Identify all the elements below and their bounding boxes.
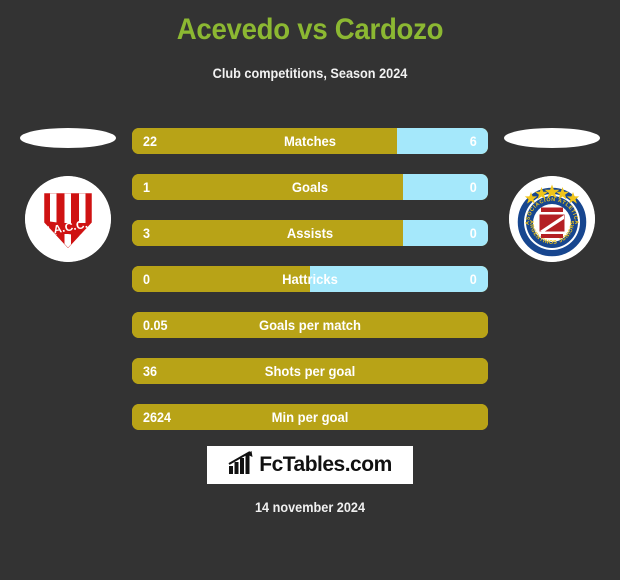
stat-label: Goals per match [258,317,362,333]
away-team-name-plate [504,128,600,148]
page-subtitle: Club competitions, Season 2024 [212,66,408,81]
stat-label: Matches [283,133,337,149]
away-stat-value: 0 [469,271,477,287]
stat-label: Min per goal [271,409,349,425]
stat-row: 0.05 Goals per match [132,312,488,338]
stat-row: 3 Assists 0 [132,220,488,246]
stat-row: 1 Goals 0 [132,174,488,200]
fctables-logo-text: FcTables.com [259,453,392,476]
away-stat-value: 0 [469,225,477,241]
stat-row: 22 Matches 6 [132,128,488,154]
stat-label: Hattricks [282,271,338,287]
stat-row: 2624 Min per goal [132,404,488,430]
page-title: Acevedo vs Cardozo [176,13,444,46]
footer-date: 14 november 2024 [254,500,366,515]
home-team-crest: I.A.C.C. [25,176,111,262]
header: Acevedo vs Cardozo Club competitions, Se… [0,0,620,84]
stat-row: 36 Shots per goal [132,358,488,384]
away-team-column: ASOCIACION ATLETICA ARGENTINOS JUNIORS [486,118,618,298]
bar-chart-arrow-icon [228,450,254,480]
home-team-name-plate [20,128,116,148]
away-stat-value: 6 [469,133,477,149]
stat-label: Assists [286,225,334,241]
away-stat-value: 0 [469,179,477,195]
away-team-crest: ASOCIACION ATLETICA ARGENTINOS JUNIORS [509,176,595,262]
stat-row: 0 Hattricks 0 [132,266,488,292]
stat-label: Shots per goal [264,363,356,379]
stat-label: Goals [291,179,329,195]
home-team-column: I.A.C.C. [2,118,134,298]
stat-rows: 22 Matches 6 1 Goals 0 3 Assists 0 0 Hattricks 0 0.0… [132,128,488,450]
fctables-logo[interactable]: FcTables.com [207,446,413,484]
